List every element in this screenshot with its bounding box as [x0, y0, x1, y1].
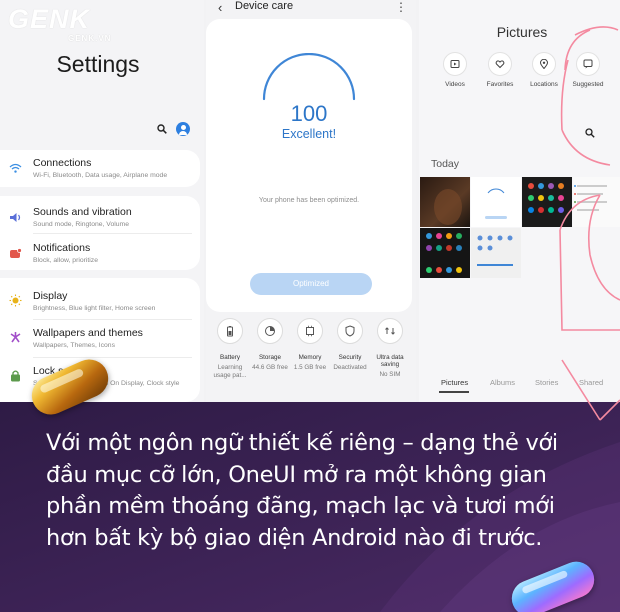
- settings-item-title: Sounds and vibration: [33, 206, 132, 218]
- tool-name: Battery: [220, 354, 240, 361]
- gallery-tab-bar: Pictures Albums Stories Shared: [419, 378, 620, 392]
- divider: [33, 233, 192, 234]
- tool-value: Learning usage pat...: [213, 364, 247, 379]
- tab-shared[interactable]: Shared: [579, 378, 603, 387]
- settings-card-sound: Sounds and vibration Sound mode, Rington…: [0, 196, 200, 270]
- notification-icon: [10, 248, 22, 258]
- data-saving-icon: [385, 327, 395, 335]
- palette-icon: [10, 332, 21, 343]
- tool-battery[interactable]: Battery Learning usage pat...: [210, 318, 250, 380]
- search-icon[interactable]: [157, 124, 167, 134]
- active-tab-indicator: [439, 391, 469, 393]
- tool-name: Ultra data saving: [376, 354, 404, 368]
- settings-item-sounds[interactable]: Sounds and vibration Sound mode, Rington…: [0, 200, 200, 236]
- divider: [33, 319, 192, 320]
- settings-item-subtitle: Wallpapers, Themes, Icons: [33, 342, 115, 349]
- tab-stories[interactable]: Stories: [535, 378, 558, 387]
- settings-item-subtitle: Sound mode, Ringtone, Volume: [33, 221, 129, 228]
- tool-name: Memory: [298, 354, 322, 361]
- tool-name: Storage: [258, 354, 282, 361]
- score-gauge: [262, 53, 356, 101]
- tool-value: 1.5 GB free: [293, 364, 327, 371]
- more-options-icon[interactable]: ⋮: [395, 0, 407, 14]
- settings-item-connections[interactable]: Connections Wi-Fi, Bluetooth, Data usage…: [0, 151, 200, 187]
- battery-icon: [227, 326, 233, 337]
- settings-item-title: Wallpapers and themes: [33, 327, 143, 339]
- device-score: 100: [290, 101, 328, 126]
- settings-screen: GENK GENK.VN Settings Connections Wi-Fi,…: [0, 0, 204, 402]
- wifi-icon: [9, 163, 22, 173]
- tool-storage[interactable]: Storage 44.6 GB free: [250, 318, 290, 372]
- back-arrow-icon[interactable]: ‹: [218, 0, 222, 15]
- lock-icon: [11, 370, 20, 382]
- speaker-icon: [10, 213, 21, 222]
- watermark-domain: GENK.VN: [68, 34, 112, 43]
- device-status: Excellent!: [281, 127, 337, 141]
- settings-item-notifications[interactable]: Notifications Block, allow, prioritize: [0, 236, 200, 272]
- shield-icon: [345, 325, 355, 337]
- settings-item-title: Display: [33, 290, 68, 302]
- optimized-message: Your phone has been optimized.: [258, 197, 360, 204]
- divider: [33, 357, 192, 358]
- gallery-tab-bar-container: Pictures Albums Stories Shared: [419, 0, 620, 402]
- account-avatar-icon[interactable]: [176, 122, 190, 136]
- device-care-tools: Battery Learning usage pat... Storage 44…: [206, 318, 416, 402]
- tool-value: Deactivated: [333, 364, 367, 371]
- caption-text: Với một ngôn ngữ thiết kế riêng – dạng t…: [46, 430, 558, 551]
- settings-item-title: Notifications: [33, 242, 91, 254]
- tool-value: No SIM: [379, 371, 401, 378]
- settings-item-subtitle: Block, allow, prioritize: [33, 257, 98, 264]
- optimize-button[interactable]: Optimized: [250, 273, 372, 295]
- tab-pictures[interactable]: Pictures: [441, 378, 468, 387]
- device-care-screen: ‹ Device care ⋮ 100 Excellent! Your phon…: [206, 0, 416, 402]
- settings-card-connections: Connections Wi-Fi, Bluetooth, Data usage…: [0, 150, 200, 187]
- tool-security[interactable]: Security Deactivated: [330, 318, 370, 372]
- tab-albums[interactable]: Albums: [490, 378, 515, 387]
- watermark-brand: GENK: [8, 4, 91, 34]
- storage-icon: [265, 326, 275, 336]
- tool-name: Security: [338, 354, 362, 361]
- memory-icon: [306, 325, 314, 337]
- device-care-score-card: 100 Excellent! Your phone has been optim…: [206, 19, 412, 312]
- sun-icon: [9, 294, 22, 307]
- settings-item-subtitle: Brightness, Blue light filter, Home scre…: [33, 305, 156, 312]
- genk-watermark: GENK GENK.VN: [8, 4, 110, 43]
- screenshots-area: GENK GENK.VN Settings Connections Wi-Fi,…: [0, 0, 620, 402]
- settings-item-title: Connections: [33, 157, 92, 169]
- tool-ultra-data-saving[interactable]: Ultra data saving No SIM: [370, 318, 410, 379]
- device-care-title: Device care: [235, 0, 294, 12]
- settings-item-subtitle: Wi-Fi, Bluetooth, Data usage, Airplane m…: [33, 172, 168, 179]
- tool-memory[interactable]: Memory 1.5 GB free: [290, 318, 330, 372]
- settings-item-display[interactable]: Display Brightness, Blue light filter, H…: [0, 284, 200, 320]
- settings-title: Settings: [56, 51, 140, 77]
- tool-value: 44.6 GB free: [252, 364, 288, 371]
- settings-item-wallpapers[interactable]: Wallpapers and themes Wallpapers, Themes…: [0, 321, 200, 357]
